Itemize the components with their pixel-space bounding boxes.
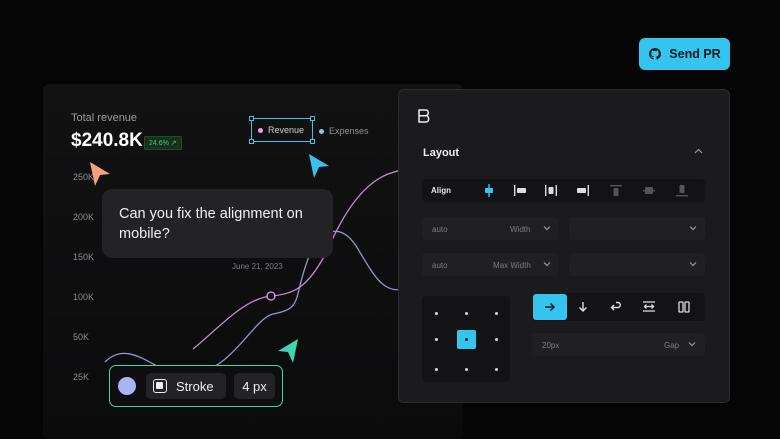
max-width-label: Max Width bbox=[493, 261, 531, 270]
resize-handle[interactable] bbox=[310, 116, 315, 121]
wrap-icon[interactable] bbox=[610, 301, 623, 312]
panel-title: Layout bbox=[423, 147, 460, 159]
github-icon bbox=[649, 48, 662, 60]
stroke-width-input[interactable]: 4 px bbox=[234, 373, 275, 399]
grid-dot[interactable] bbox=[465, 312, 468, 315]
align-middle-icon[interactable] bbox=[642, 184, 656, 197]
align-space-between-icon[interactable] bbox=[544, 184, 558, 197]
grid-dot[interactable] bbox=[435, 312, 438, 315]
resize-handle[interactable] bbox=[249, 139, 254, 144]
direction-control bbox=[532, 293, 705, 321]
stroke-label: Stroke bbox=[176, 378, 214, 394]
grid-dot[interactable] bbox=[465, 368, 468, 371]
align-center-h-icon[interactable] bbox=[482, 184, 496, 197]
align-left-icon[interactable] bbox=[513, 184, 527, 197]
grid-dot[interactable] bbox=[435, 338, 438, 341]
send-pr-label: Send PR bbox=[669, 47, 721, 61]
chevron-down-icon bbox=[543, 262, 551, 267]
layout-panel: Layout Align auto Width auto Max Width 2… bbox=[398, 89, 730, 403]
orange-cursor-icon bbox=[90, 162, 110, 186]
expenses-dot bbox=[319, 128, 324, 134]
grid-dot[interactable] bbox=[435, 368, 438, 371]
direction-row-button[interactable] bbox=[533, 294, 567, 320]
chevron-down-icon bbox=[688, 342, 696, 347]
comment-bubble: Can you fix the alignment on mobile? bbox=[102, 189, 333, 258]
align-label: Align bbox=[431, 186, 451, 195]
align-right-icon[interactable] bbox=[576, 184, 590, 197]
width-label: Width bbox=[510, 225, 531, 234]
chevron-down-icon bbox=[689, 226, 697, 231]
gap-label: Gap bbox=[664, 341, 680, 350]
grid-dot[interactable] bbox=[495, 368, 498, 371]
send-pr-button[interactable]: Send PR bbox=[639, 38, 730, 70]
chevron-up-icon[interactable] bbox=[694, 148, 703, 154]
legend-expenses[interactable]: Expenses bbox=[319, 126, 369, 136]
cyan-cursor-icon bbox=[309, 154, 329, 178]
stroke-toolbar: Stroke 4 px bbox=[109, 365, 283, 407]
width-field[interactable]: auto Width bbox=[422, 217, 558, 240]
stroke-icon bbox=[153, 379, 167, 393]
alignment-grid[interactable] bbox=[422, 296, 510, 382]
align-control: Align bbox=[422, 179, 705, 202]
green-cursor-icon bbox=[278, 339, 298, 363]
app-logo-icon bbox=[418, 109, 430, 123]
gap-value: 20px bbox=[542, 341, 560, 350]
grid-selected-cell[interactable] bbox=[457, 330, 476, 349]
chevron-down-icon bbox=[543, 226, 551, 231]
chevron-down-icon bbox=[689, 262, 697, 267]
width-value: auto bbox=[432, 225, 448, 234]
revenue-dot bbox=[258, 127, 263, 133]
width-unit-select[interactable] bbox=[569, 217, 705, 240]
align-top-icon[interactable] bbox=[609, 184, 623, 197]
resize-handle[interactable] bbox=[310, 139, 315, 144]
stroke-color-swatch[interactable] bbox=[118, 377, 136, 395]
gap-field[interactable]: 20px Gap bbox=[532, 333, 705, 356]
stroke-button[interactable]: Stroke bbox=[146, 373, 226, 399]
columns-icon[interactable] bbox=[678, 301, 690, 313]
space-between-icon[interactable] bbox=[642, 300, 656, 313]
max-width-field[interactable]: auto Max Width bbox=[422, 253, 558, 276]
resize-handle[interactable] bbox=[249, 116, 254, 121]
legend-expenses-label: Expenses bbox=[329, 126, 369, 136]
max-width-value: auto bbox=[432, 261, 448, 270]
legend-revenue[interactable]: Revenue bbox=[249, 116, 315, 144]
chart-hover-point bbox=[266, 291, 276, 301]
arrow-right-icon bbox=[545, 302, 556, 312]
grid-dot[interactable] bbox=[495, 312, 498, 315]
align-bottom-icon[interactable] bbox=[675, 184, 689, 197]
legend-revenue-label: Revenue bbox=[268, 125, 305, 135]
arrow-down-icon[interactable] bbox=[578, 301, 588, 313]
max-width-unit-select[interactable] bbox=[569, 253, 705, 276]
grid-dot[interactable] bbox=[495, 338, 498, 341]
tooltip-date: June 21, 2023 bbox=[232, 262, 283, 271]
